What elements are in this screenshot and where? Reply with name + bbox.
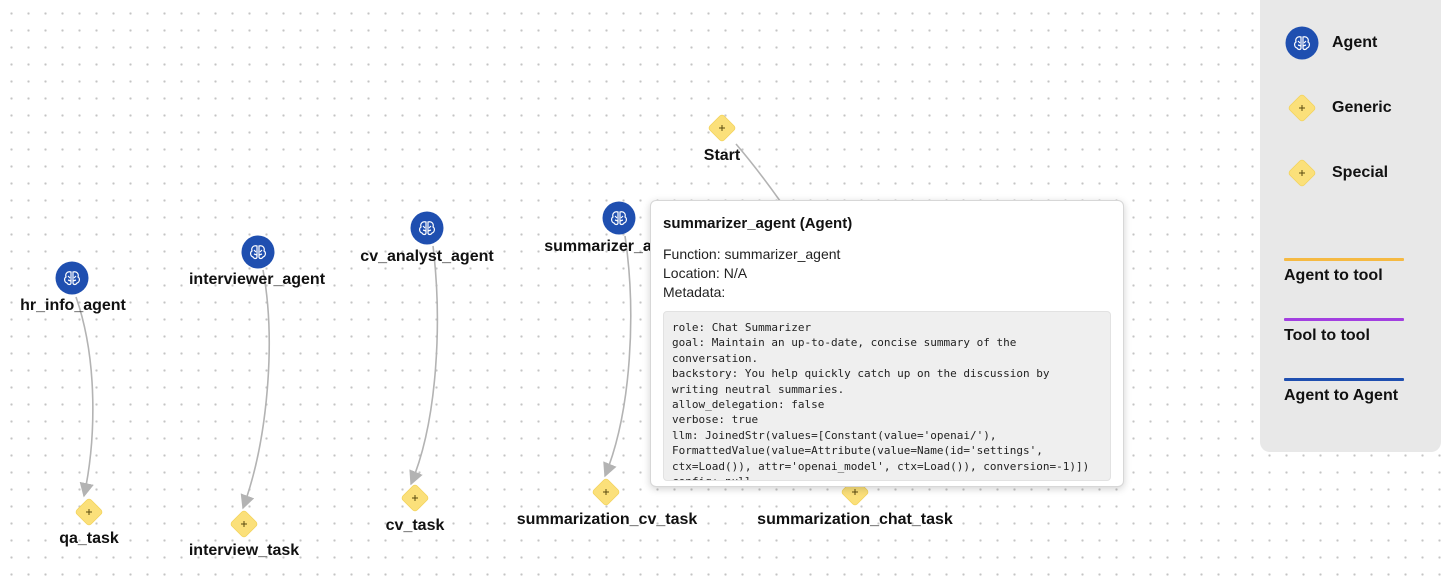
special-node-icon[interactable] bbox=[707, 113, 737, 143]
node-label-interview_task: interview_task bbox=[189, 542, 299, 559]
node-qa_task[interactable]: qa_task bbox=[59, 497, 119, 547]
tooltip-location-value: N/A bbox=[723, 265, 748, 281]
legend-agent-to-agent-line bbox=[1284, 378, 1404, 381]
node-tooltip: summarizer_agent (Agent) Function: summa… bbox=[650, 200, 1124, 487]
edge-cv_analyst_agent-to-cv_task bbox=[409, 245, 439, 486]
edge-hr_info_agent-to-qa_task bbox=[75, 296, 94, 498]
node-label-interviewer_agent: interviewer_agent bbox=[189, 271, 326, 288]
node-summarizer_agent[interactable]: summarizer_a bbox=[544, 200, 652, 256]
tooltip-location-row: Location: N/A bbox=[663, 264, 1111, 283]
node-label-cv_analyst_agent: cv_analyst_agent bbox=[360, 248, 494, 265]
node-interview_task[interactable]: interview_task bbox=[189, 509, 299, 559]
legend-generic-label: Generic bbox=[1332, 99, 1392, 116]
legend-tool-to-tool-line bbox=[1284, 318, 1404, 321]
legend-generic: Generic bbox=[1284, 90, 1392, 126]
node-start[interactable]: Start bbox=[704, 113, 741, 164]
tooltip-metadata-label: Metadata: bbox=[663, 284, 726, 300]
legend-agent-to-tool: Agent to tool bbox=[1284, 258, 1404, 285]
generic-node-icon bbox=[1287, 93, 1317, 123]
legend-agent-to-agent-label: Agent to Agent bbox=[1284, 387, 1399, 404]
legend-tool-to-tool: Tool to tool bbox=[1284, 318, 1404, 345]
node-label-qa_task: qa_task bbox=[59, 530, 119, 547]
node-label-cv_task: cv_task bbox=[386, 517, 445, 534]
node-cv_task[interactable]: cv_task bbox=[386, 483, 445, 534]
legend-tool-to-tool-label: Tool to tool bbox=[1284, 327, 1370, 344]
agent-icon[interactable] bbox=[240, 234, 276, 270]
node-label-summarizer_agent: summarizer_a bbox=[544, 238, 652, 255]
legend-agent: Agent bbox=[1284, 25, 1377, 61]
legend-agent-to-agent: Agent to Agent bbox=[1284, 378, 1404, 405]
generic-node-icon[interactable] bbox=[74, 497, 104, 527]
node-label-summarization_cv_task: summarization_cv_task bbox=[517, 511, 698, 528]
generic-node-icon[interactable] bbox=[591, 477, 621, 507]
legend-agent-to-tool-line bbox=[1284, 258, 1404, 261]
node-label-summarization_chat_task: summarization_chat_task bbox=[757, 511, 953, 528]
edge-summarizer_agent-to-summarization_cv_task bbox=[603, 235, 632, 478]
special-node-icon bbox=[1287, 158, 1317, 188]
generic-node-icon[interactable] bbox=[229, 509, 259, 539]
tooltip-title: summarizer_agent (Agent) bbox=[663, 215, 853, 232]
agent-icon[interactable] bbox=[601, 200, 637, 236]
generic-node-icon[interactable] bbox=[400, 483, 430, 513]
edge-interviewer_agent-to-interview_task bbox=[240, 269, 270, 510]
node-label-start: Start bbox=[704, 147, 741, 164]
tooltip-location-label: Location: bbox=[663, 265, 720, 281]
node-hr_info_agent[interactable]: hr_info_agent bbox=[20, 260, 127, 315]
tooltip-function-label: Function: bbox=[663, 246, 721, 262]
tooltip-function-row: Function: summarizer_agent bbox=[663, 245, 1111, 264]
tooltip-function-value: summarizer_agent bbox=[724, 246, 841, 262]
node-cv_analyst_agent[interactable]: cv_analyst_agent bbox=[360, 210, 494, 266]
agent-icon bbox=[1284, 25, 1320, 61]
agent-icon[interactable] bbox=[54, 260, 90, 296]
tooltip-metadata-block: role: Chat Summarizer goal: Maintain an … bbox=[663, 311, 1111, 481]
node-interviewer_agent[interactable]: interviewer_agent bbox=[189, 234, 326, 289]
agent-icon[interactable] bbox=[409, 210, 445, 246]
legend-special: Special bbox=[1284, 155, 1388, 191]
legend-agent-to-tool-label: Agent to tool bbox=[1284, 267, 1383, 284]
legend-panel: Agent Generic Special Agent to tool Tool… bbox=[1260, 0, 1441, 452]
legend-special-label: Special bbox=[1332, 164, 1389, 181]
node-label-hr_info_agent: hr_info_agent bbox=[20, 297, 126, 314]
legend-agent-label: Agent bbox=[1332, 34, 1378, 51]
